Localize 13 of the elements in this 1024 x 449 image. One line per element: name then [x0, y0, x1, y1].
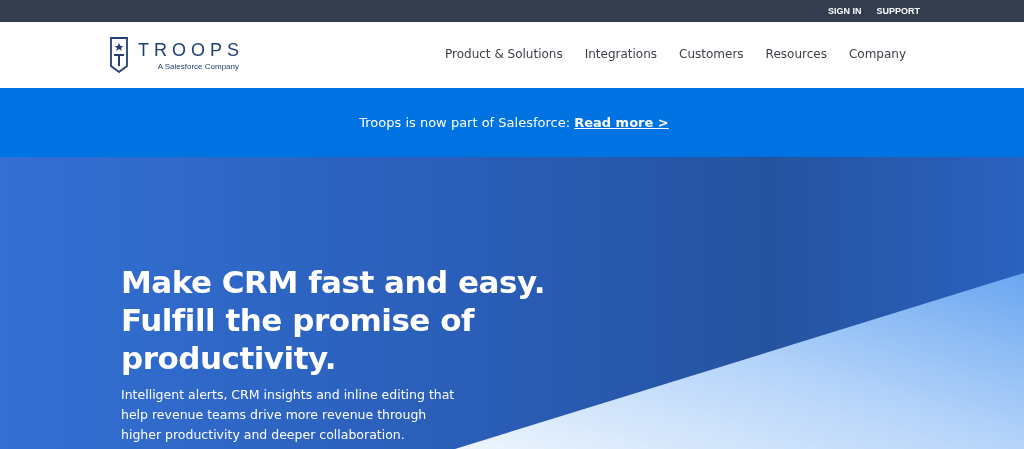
top-link[interactable]: SUPPORT	[876, 6, 920, 16]
top-link[interactable]: SIGN IN	[827, 6, 862, 16]
nav-link[interactable]: Resources	[765, 47, 827, 61]
announcement-text: Troops is now part of Salesforce: Read more >	[359, 115, 669, 130]
hero-description: Intelligent alerts, CRM insights and inline editing that help revenue teams drive more revenue through higher productivity and deeper collaboration.	[121, 386, 456, 444]
nav-link[interactable]: Company	[848, 47, 906, 61]
read-more-link[interactable]: Read more >	[574, 115, 669, 130]
nav-link[interactable]: Customers	[679, 47, 744, 61]
logo-tagline: A Salesforce Company	[157, 61, 239, 71]
hero-headline: Make CRM fast and easy. Fulfill the promise of productivity.	[121, 263, 547, 377]
nav-link[interactable]: Product & Solutions	[445, 47, 563, 61]
shield-star-icon	[110, 37, 128, 73]
nav-link[interactable]: Integrations	[584, 47, 658, 61]
